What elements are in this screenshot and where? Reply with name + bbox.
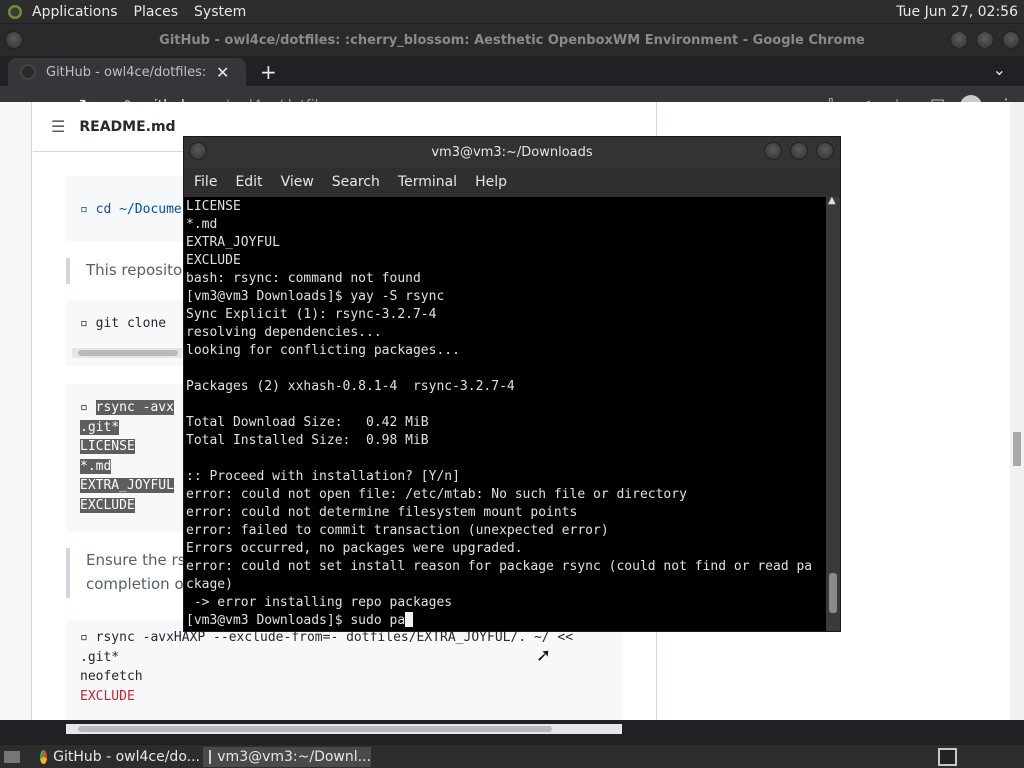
terminal-line: EXCLUDE — [186, 253, 241, 268]
terminal-line: :: Proceed with installation? [Y/n] — [186, 469, 460, 484]
code-line: LICENSE — [80, 439, 135, 454]
chrome-icon — [40, 750, 48, 764]
terminal-line: ckage) — [186, 577, 233, 592]
code-line: git clone — [95, 316, 167, 331]
terminal-line: Packages (2) xxhash-0.8.1-4 rsync-3.2.7-… — [186, 379, 515, 394]
menu-help[interactable]: Help — [475, 174, 507, 190]
terminal-line: EXTRA_JOYFUL — [186, 235, 280, 250]
chrome-titlebar[interactable]: GitHub - owl4ce/dotfiles: :cherry_blosso… — [0, 24, 1024, 56]
code-block-rsync-neofetch: ▫ rsync -avxHAXP --exclude-from=- dotfil… — [66, 620, 622, 720]
terminal-output[interactable]: LICENSE *.md EXTRA_JOYFUL EXCLUDE bash: rsyn… — [184, 197, 826, 631]
terminal-line: error: could not open file: /etc/mtab: N… — [186, 487, 687, 502]
outline-list-icon[interactable]: ☰ — [51, 117, 65, 136]
terminal-close-button[interactable] — [816, 142, 834, 160]
terminal-prompt[interactable]: [vm3@vm3 Downloads]$ sudo pa — [186, 613, 405, 628]
terminal-line: Errors occurred, no packages were upgrad… — [186, 541, 523, 556]
code-line: rsync -avxHAXP --exclude-from=- dotfiles… — [95, 630, 574, 645]
terminal-title: vm3@vm3:~/Downloads — [431, 144, 593, 160]
terminal-line: Total Download Size: 0.42 MiB — [186, 415, 429, 430]
menu-applications[interactable]: Applications — [32, 4, 118, 20]
readme-title: README.md — [79, 118, 176, 135]
code-line: rsync -avx — [95, 400, 174, 415]
distro-logo-icon[interactable] — [6, 2, 24, 21]
terminal-line: resolving dependencies... — [186, 325, 382, 340]
taskbar-label: vm3@vm3:~/Downl... — [217, 749, 371, 765]
terminal-line: [vm3@vm3 Downloads]$ yay -S rsync — [186, 289, 445, 304]
code-hscrollbar[interactable] — [72, 348, 182, 358]
terminal-minimize-button[interactable] — [764, 142, 782, 160]
new-tab-button[interactable]: + — [260, 60, 277, 84]
terminal-line: bash: rsync: command not found — [186, 271, 421, 286]
code-line: EXTRA_JOYFUL — [80, 478, 174, 493]
menu-search[interactable]: Search — [332, 174, 380, 190]
menu-edit[interactable]: Edit — [235, 174, 262, 190]
terminal-line: looking for conflicting packages... — [186, 343, 460, 358]
mouse-cursor-icon: ➚ — [536, 645, 552, 666]
tab-github[interactable]: GitHub - owl4ce/dotfiles: :cherry_blosso… — [8, 58, 246, 86]
taskbar-chrome[interactable]: GitHub - owl4ce/do... — [34, 747, 200, 767]
taskbar-label: GitHub - owl4ce/do... — [53, 749, 200, 765]
tab-search-chevron-icon[interactable]: ⌄ — [993, 60, 1006, 79]
menu-view[interactable]: View — [281, 174, 314, 190]
clock[interactable]: Tue Jun 27, 02:56 — [896, 4, 1018, 20]
maximize-button[interactable] — [976, 31, 994, 49]
terminal-line: Sync Explicit (1): rsync-3.2.7-4 — [186, 307, 437, 322]
close-button[interactable] — [1002, 31, 1020, 49]
taskbar-terminal[interactable]: vm3@vm3:~/Downl... — [203, 747, 371, 767]
terminal-line: error: could not determine filesystem mo… — [186, 505, 578, 520]
menu-places[interactable]: Places — [134, 4, 179, 20]
code-line: .git* — [80, 649, 120, 665]
code-line: neofetch — [80, 669, 143, 684]
tab-close-icon[interactable]: ✕ — [216, 63, 229, 82]
tab-label: GitHub - owl4ce/dotfiles: :cherry_blosso… — [46, 64, 206, 80]
code-line: EXCLUDE — [80, 497, 135, 513]
terminal-line: error: failed to commit transaction (une… — [186, 523, 609, 538]
terminal-icon — [209, 750, 212, 764]
terminal-titlebar[interactable]: vm3@vm3:~/Downloads — [184, 137, 840, 167]
minimize-button[interactable] — [950, 31, 968, 49]
terminal-maximize-button[interactable] — [790, 142, 808, 160]
code-line: EXCLUDE — [80, 688, 135, 704]
top-panel: Applications Places System Tue Jun 27, 0… — [0, 0, 1024, 24]
terminal-line: error: could not set install reason for … — [186, 559, 813, 574]
terminal-scrollbar[interactable]: ▲ — [826, 195, 840, 631]
terminal-line: LICENSE — [186, 199, 241, 214]
taskbar: GitHub - owl4ce/do... vm3@vm3:~/Downl... — [0, 744, 1024, 768]
quote-text: This repositor — [86, 261, 189, 279]
page-scrollbar[interactable] — [1010, 102, 1024, 720]
tab-strip: GitHub - owl4ce/dotfiles: :cherry_blosso… — [0, 56, 1024, 86]
terminal-line: -> error installing repo packages — [186, 595, 453, 610]
code-line: cd ~/Docume — [95, 202, 182, 217]
code-line: *.md — [80, 458, 112, 474]
workspace-switcher-icon[interactable] — [938, 748, 957, 766]
code-line: .git* — [80, 419, 120, 435]
show-desktop-icon[interactable] — [0, 747, 26, 767]
menu-terminal[interactable]: Terminal — [398, 174, 457, 190]
scroll-up-arrow-icon[interactable]: ▲ — [828, 195, 836, 206]
menu-file[interactable]: File — [194, 174, 217, 190]
window-menu-icon[interactable] — [5, 31, 23, 49]
terminal-line: Total Installed Size: 0.98 MiB — [186, 433, 429, 448]
terminal-line: *.md — [186, 217, 218, 232]
code-hscrollbar[interactable] — [66, 724, 622, 734]
window-title: GitHub - owl4ce/dotfiles: :cherry_blosso… — [159, 32, 865, 48]
left-gutter — [0, 102, 32, 720]
terminal-menubar: File Edit View Search Terminal Help — [184, 167, 840, 197]
text-cursor — [405, 612, 414, 627]
terminal-window: vm3@vm3:~/Downloads File Edit View Searc… — [183, 136, 841, 632]
terminal-window-menu-icon[interactable] — [189, 142, 207, 160]
github-icon — [20, 64, 36, 80]
menu-system[interactable]: System — [194, 4, 246, 20]
